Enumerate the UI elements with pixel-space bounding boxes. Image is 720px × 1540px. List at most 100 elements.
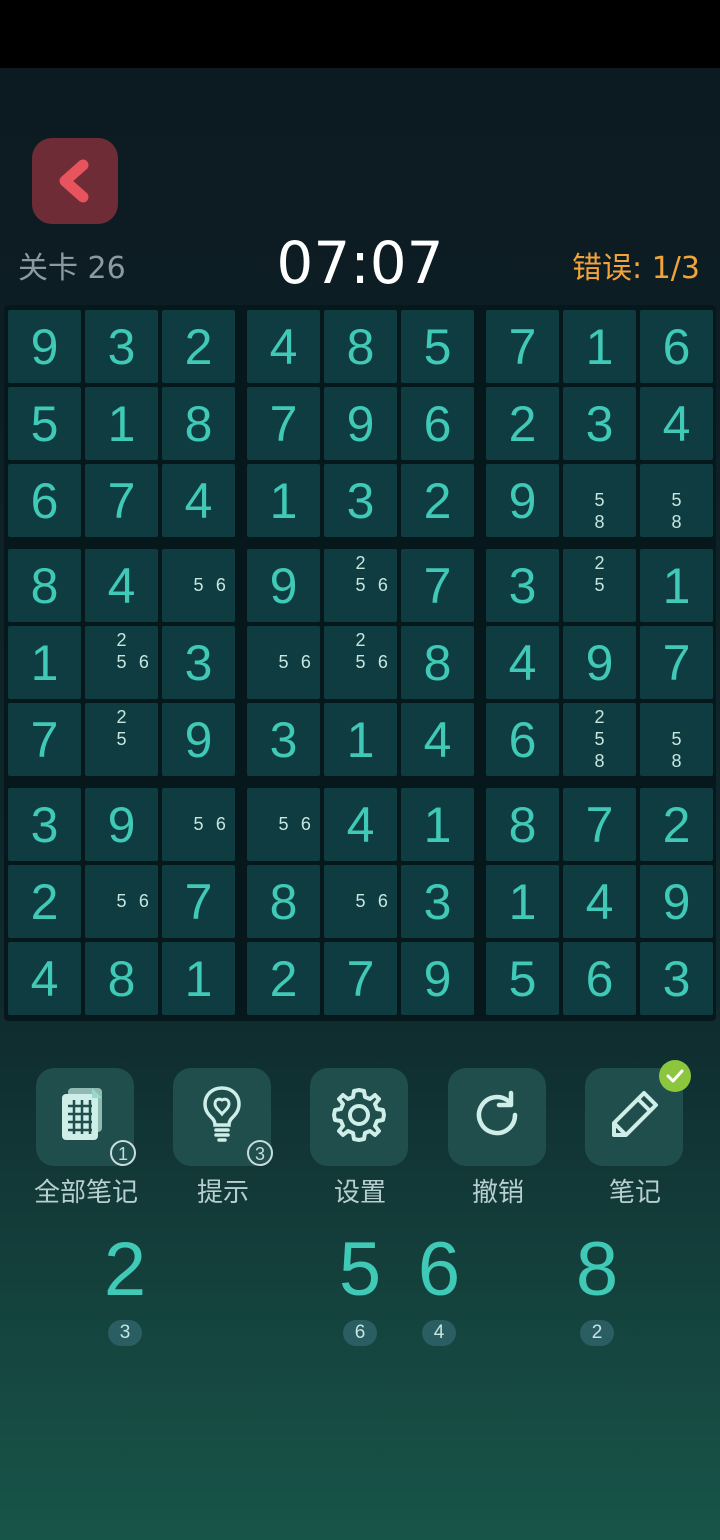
sudoku-cell[interactable]: 8 bbox=[401, 626, 474, 699]
sudoku-cell[interactable]: 7 bbox=[563, 788, 636, 861]
sudoku-cell[interactable]: 3 bbox=[8, 788, 81, 861]
sudoku-cell[interactable]: 4 bbox=[486, 626, 559, 699]
undo-button[interactable] bbox=[448, 1068, 546, 1166]
sudoku-cell[interactable]: 4 bbox=[640, 387, 713, 460]
sudoku-cell[interactable]: 8 bbox=[324, 310, 397, 383]
sudoku-cell[interactable]: 58 bbox=[563, 464, 636, 537]
sudoku-cell[interactable]: 5 bbox=[401, 310, 474, 383]
sudoku-cell[interactable]: 25 bbox=[85, 703, 158, 776]
sudoku-cell[interactable]: 2 bbox=[162, 310, 235, 383]
sudoku-cell[interactable]: 58 bbox=[640, 464, 713, 537]
sudoku-cell[interactable]: 1 bbox=[640, 549, 713, 622]
sudoku-cell[interactable]: 1 bbox=[8, 626, 81, 699]
gear-button[interactable] bbox=[310, 1068, 408, 1166]
hint-bulb-button[interactable]: 3 bbox=[173, 1068, 273, 1166]
sudoku-cell[interactable]: 4 bbox=[247, 310, 320, 383]
sudoku-cell[interactable]: 4 bbox=[324, 788, 397, 861]
sudoku-cell[interactable]: 56 bbox=[247, 788, 320, 861]
sudoku-cell[interactable]: 8 bbox=[247, 865, 320, 938]
sudoku-cell[interactable]: 1 bbox=[563, 310, 636, 383]
sudoku-cell[interactable]: 5 bbox=[486, 942, 559, 1015]
tool-hint-bulb[interactable]: 3 提示 bbox=[173, 1068, 273, 1208]
sudoku-cell[interactable]: 256 bbox=[324, 549, 397, 622]
sudoku-cell[interactable]: 6 bbox=[8, 464, 81, 537]
sudoku-cell[interactable]: 3 bbox=[640, 942, 713, 1015]
sudoku-cell[interactable]: 6 bbox=[640, 310, 713, 383]
sudoku-cell[interactable]: 6 bbox=[401, 387, 474, 460]
sudoku-cell[interactable]: 6 bbox=[563, 942, 636, 1015]
sudoku-cell[interactable]: 8 bbox=[162, 387, 235, 460]
sudoku-cell[interactable]: 2 bbox=[486, 387, 559, 460]
sudoku-cell[interactable]: 4 bbox=[563, 865, 636, 938]
cell-value: 4 bbox=[184, 472, 213, 529]
sudoku-cell[interactable]: 2 bbox=[8, 865, 81, 938]
sudoku-cell[interactable]: 1 bbox=[486, 865, 559, 938]
sudoku-cell[interactable]: 3 bbox=[85, 310, 158, 383]
sudoku-cell[interactable]: 56 bbox=[85, 865, 158, 938]
sudoku-cell[interactable]: 2 bbox=[640, 788, 713, 861]
sudoku-cell[interactable]: 7 bbox=[324, 942, 397, 1015]
sudoku-cell[interactable]: 4 bbox=[401, 703, 474, 776]
sudoku-cell[interactable]: 7 bbox=[486, 310, 559, 383]
sudoku-cell[interactable]: 7 bbox=[85, 464, 158, 537]
sudoku-cell[interactable]: 4 bbox=[162, 464, 235, 537]
note-digit bbox=[210, 596, 232, 618]
tool-undo[interactable]: 撤销 bbox=[448, 1068, 548, 1208]
number-pad-key[interactable]: 23 bbox=[85, 1228, 165, 1346]
cell-notes: 256 bbox=[327, 630, 394, 695]
sudoku-cell[interactable]: 56 bbox=[162, 788, 235, 861]
sudoku-cell[interactable]: 9 bbox=[85, 788, 158, 861]
sudoku-cell[interactable]: 9 bbox=[401, 942, 474, 1015]
sudoku-cell[interactable]: 5 bbox=[8, 387, 81, 460]
sudoku-cell[interactable]: 58 bbox=[640, 703, 713, 776]
tool-gear[interactable]: 设置 bbox=[310, 1068, 410, 1208]
sudoku-cell[interactable]: 1 bbox=[324, 703, 397, 776]
sudoku-cell[interactable]: 56 bbox=[324, 865, 397, 938]
sudoku-cell[interactable]: 9 bbox=[8, 310, 81, 383]
sudoku-cell[interactable]: 1 bbox=[85, 387, 158, 460]
sudoku-cell[interactable]: 258 bbox=[563, 703, 636, 776]
sudoku-cell[interactable]: 8 bbox=[486, 788, 559, 861]
sudoku-cell[interactable]: 56 bbox=[162, 549, 235, 622]
tool-notes-all[interactable]: 1 全部笔记 bbox=[34, 1068, 138, 1208]
sudoku-cell[interactable]: 9 bbox=[247, 549, 320, 622]
sudoku-cell[interactable]: 1 bbox=[401, 788, 474, 861]
sudoku-cell[interactable]: 2 bbox=[247, 942, 320, 1015]
sudoku-cell[interactable]: 7 bbox=[162, 865, 235, 938]
sudoku-cell[interactable]: 256 bbox=[324, 626, 397, 699]
number-pad-key[interactable]: 56 bbox=[320, 1228, 400, 1346]
sudoku-cell[interactable]: 7 bbox=[247, 387, 320, 460]
sudoku-cell[interactable]: 3 bbox=[563, 387, 636, 460]
sudoku-cell[interactable]: 7 bbox=[640, 626, 713, 699]
sudoku-cell[interactable]: 8 bbox=[8, 549, 81, 622]
sudoku-cell[interactable]: 9 bbox=[324, 387, 397, 460]
sudoku-cell[interactable]: 9 bbox=[563, 626, 636, 699]
number-pad-key[interactable]: 64 bbox=[399, 1228, 479, 1346]
sudoku-cell[interactable]: 3 bbox=[324, 464, 397, 537]
sudoku-cell[interactable]: 9 bbox=[162, 703, 235, 776]
sudoku-cell[interactable]: 9 bbox=[640, 865, 713, 938]
pencil-button[interactable] bbox=[585, 1060, 691, 1166]
back-button[interactable] bbox=[32, 138, 118, 224]
sudoku-cell[interactable]: 6 bbox=[486, 703, 559, 776]
number-pad-key[interactable]: 82 bbox=[557, 1228, 637, 1346]
sudoku-cell[interactable]: 7 bbox=[401, 549, 474, 622]
sudoku-cell[interactable]: 4 bbox=[8, 942, 81, 1015]
sudoku-cell[interactable]: 9 bbox=[486, 464, 559, 537]
sudoku-cell[interactable]: 3 bbox=[247, 703, 320, 776]
sudoku-cell[interactable]: 1 bbox=[162, 942, 235, 1015]
sudoku-cell[interactable]: 4 bbox=[85, 549, 158, 622]
notes-all-button[interactable]: 1 bbox=[36, 1068, 136, 1166]
note-digit bbox=[643, 490, 665, 512]
sudoku-cell[interactable]: 7 bbox=[8, 703, 81, 776]
sudoku-cell[interactable]: 256 bbox=[85, 626, 158, 699]
sudoku-cell[interactable]: 3 bbox=[162, 626, 235, 699]
tool-pencil[interactable]: 笔记 bbox=[585, 1060, 691, 1208]
sudoku-cell[interactable]: 25 bbox=[563, 549, 636, 622]
sudoku-cell[interactable]: 56 bbox=[247, 626, 320, 699]
sudoku-cell[interactable]: 8 bbox=[85, 942, 158, 1015]
sudoku-cell[interactable]: 1 bbox=[247, 464, 320, 537]
sudoku-cell[interactable]: 3 bbox=[401, 865, 474, 938]
sudoku-cell[interactable]: 2 bbox=[401, 464, 474, 537]
sudoku-cell[interactable]: 3 bbox=[486, 549, 559, 622]
